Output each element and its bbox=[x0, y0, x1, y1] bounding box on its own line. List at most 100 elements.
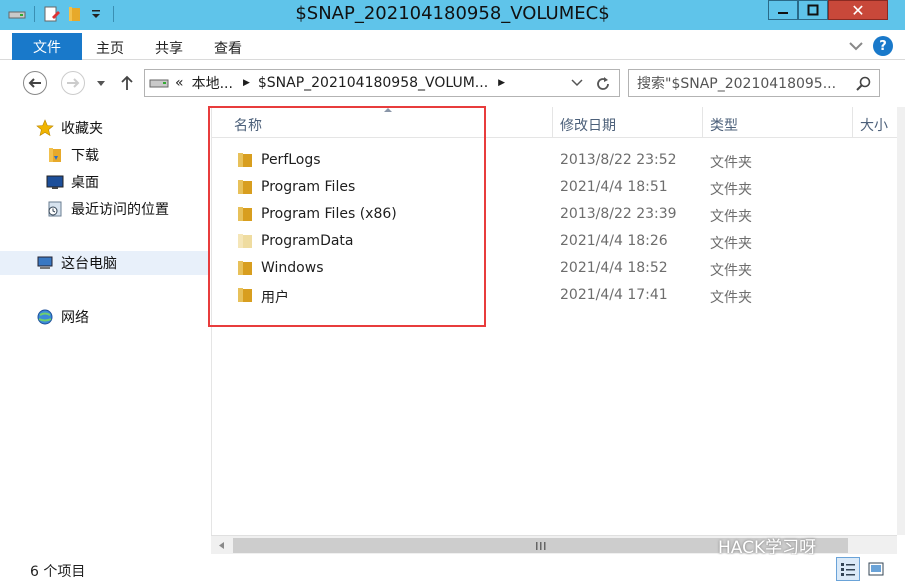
sidebar-item-downloads[interactable]: 下载 bbox=[46, 143, 99, 167]
computer-icon bbox=[37, 256, 53, 269]
address-dropdown-icon[interactable] bbox=[571, 79, 583, 87]
grip-icon bbox=[536, 542, 546, 550]
file-date-modified: 2021/4/4 18:52 bbox=[560, 260, 668, 276]
recent-locations-icon[interactable] bbox=[96, 80, 106, 88]
table-row[interactable]: Windows 2021/4/4 18:52 文件夹 bbox=[212, 255, 898, 282]
file-type: 文件夹 bbox=[710, 209, 752, 225]
folder-icon bbox=[236, 179, 254, 195]
navigation-pane: 收藏夹 下载 桌面 最近访问的位置 这台电脑 网络 bbox=[0, 107, 210, 557]
close-button[interactable]: ✕ bbox=[828, 0, 888, 20]
window-controls: ✕ bbox=[768, 0, 888, 20]
sidebar-item-label: 网络 bbox=[61, 310, 89, 326]
sidebar-item-network[interactable]: 网络 bbox=[36, 305, 89, 329]
folder-icon bbox=[236, 287, 254, 303]
minimize-icon bbox=[778, 12, 788, 14]
sidebar-item-this-pc[interactable]: 这台电脑 bbox=[0, 251, 210, 275]
recent-places-icon bbox=[48, 201, 62, 217]
file-name[interactable]: 用户 bbox=[261, 287, 289, 307]
sidebar-item-label: 最近访问的位置 bbox=[71, 202, 169, 218]
drive-icon bbox=[149, 79, 169, 88]
sidebar-item-label: 桌面 bbox=[71, 175, 99, 191]
breadcrumb-snapshot[interactable]: $SNAP_202104180958_VOLUM... bbox=[258, 75, 488, 91]
forward-arrow-icon bbox=[67, 78, 80, 88]
expand-ribbon-icon[interactable] bbox=[849, 41, 863, 51]
file-type: 文件夹 bbox=[710, 290, 752, 306]
column-divider[interactable] bbox=[702, 107, 703, 138]
large-icons-view-icon bbox=[868, 562, 884, 576]
column-divider[interactable] bbox=[852, 107, 853, 138]
search-box[interactable]: 搜索"$SNAP_20210418095... bbox=[628, 69, 880, 97]
column-divider[interactable] bbox=[552, 107, 553, 138]
file-type: 文件夹 bbox=[710, 182, 752, 198]
breadcrumb-separator[interactable]: ▶ bbox=[498, 78, 505, 88]
large-icons-view-button[interactable] bbox=[864, 557, 888, 581]
folder-icon bbox=[236, 206, 254, 222]
file-name[interactable]: Program Files bbox=[261, 179, 355, 195]
file-date-modified: 2021/4/4 18:26 bbox=[560, 233, 668, 249]
tab-share[interactable]: 共享 bbox=[155, 38, 183, 58]
breadcrumb-overflow[interactable]: « bbox=[175, 75, 184, 91]
star-icon bbox=[36, 119, 54, 137]
column-date-modified[interactable]: 修改日期 bbox=[560, 115, 616, 135]
breadcrumb-separator[interactable]: ▶ bbox=[243, 78, 250, 88]
up-arrow-icon[interactable] bbox=[120, 75, 134, 91]
properties-icon[interactable] bbox=[43, 5, 61, 23]
details-view-button[interactable] bbox=[836, 557, 860, 581]
close-icon: ✕ bbox=[851, 0, 865, 20]
toolbar-separator bbox=[34, 6, 35, 22]
file-name[interactable]: Program Files (x86) bbox=[261, 206, 397, 222]
customize-toolbar-icon[interactable] bbox=[87, 5, 105, 23]
table-row[interactable]: 用户 2021/4/4 17:41 文件夹 bbox=[212, 282, 898, 309]
tab-file[interactable]: 文件 bbox=[12, 33, 82, 60]
network-icon bbox=[37, 309, 53, 325]
ribbon-right-controls: ? bbox=[849, 36, 893, 56]
back-arrow-icon bbox=[28, 78, 41, 88]
file-name[interactable]: PerfLogs bbox=[261, 152, 321, 168]
drive-icon[interactable] bbox=[8, 5, 26, 23]
forward-button[interactable] bbox=[61, 71, 85, 95]
details-view-icon bbox=[841, 563, 855, 576]
desktop-icon bbox=[46, 175, 64, 189]
maximize-button[interactable] bbox=[798, 0, 828, 20]
table-row[interactable]: Program Files 2021/4/4 18:51 文件夹 bbox=[212, 174, 898, 201]
search-icon[interactable] bbox=[856, 76, 871, 91]
breadcrumb-local-disk[interactable]: 本地... bbox=[192, 73, 233, 93]
help-button[interactable]: ? bbox=[873, 36, 893, 56]
folder-icon bbox=[236, 152, 254, 168]
ribbon: 文件 主页 共享 查看 ? bbox=[0, 30, 905, 60]
address-bar[interactable]: « 本地... ▶ $SNAP_202104180958_VOLUM... ▶ bbox=[144, 69, 620, 97]
table-row[interactable]: ProgramData 2021/4/4 18:26 文件夹 bbox=[212, 228, 898, 255]
vertical-scrollbar[interactable] bbox=[897, 107, 905, 535]
file-type: 文件夹 bbox=[710, 263, 752, 279]
file-date-modified: 2021/4/4 17:41 bbox=[560, 287, 668, 303]
tab-home[interactable]: 主页 bbox=[96, 38, 124, 58]
file-date-modified: 2021/4/4 18:51 bbox=[560, 179, 668, 195]
search-input[interactable]: 搜索"$SNAP_20210418095... bbox=[637, 73, 836, 93]
column-size[interactable]: 大小 bbox=[860, 115, 888, 135]
sidebar-item-desktop[interactable]: 桌面 bbox=[46, 170, 99, 194]
back-button[interactable] bbox=[23, 71, 47, 95]
downloads-folder-icon bbox=[49, 148, 61, 162]
file-name[interactable]: ProgramData bbox=[261, 233, 354, 249]
table-row[interactable]: Program Files (x86) 2013/8/22 23:39 文件夹 bbox=[212, 201, 898, 228]
folder-icon bbox=[236, 233, 254, 249]
sidebar-item-label: 下载 bbox=[71, 148, 99, 164]
tab-view[interactable]: 查看 bbox=[214, 38, 242, 58]
table-row[interactable]: PerfLogs 2013/8/22 23:52 文件夹 bbox=[212, 147, 898, 174]
file-name[interactable]: Windows bbox=[261, 260, 324, 276]
column-type[interactable]: 类型 bbox=[710, 115, 738, 135]
column-name[interactable]: 名称 bbox=[234, 115, 262, 135]
refresh-icon[interactable] bbox=[595, 76, 611, 92]
file-date-modified: 2013/8/22 23:39 bbox=[560, 206, 677, 222]
column-header-row: 名称 修改日期 类型 大小 bbox=[212, 107, 898, 138]
title-bar: $SNAP_202104180958_VOLUMEC$ ✕ bbox=[0, 0, 905, 30]
sidebar-item-recent[interactable]: 最近访问的位置 bbox=[46, 197, 169, 221]
minimize-button[interactable] bbox=[768, 0, 798, 20]
scroll-left-icon[interactable] bbox=[217, 541, 225, 550]
status-bar: 6 个项目 bbox=[0, 555, 905, 585]
item-count: 6 个项目 bbox=[30, 564, 86, 580]
toolbar-separator bbox=[113, 6, 114, 22]
new-folder-icon[interactable] bbox=[65, 5, 83, 23]
navigation-bar: « 本地... ▶ $SNAP_202104180958_VOLUM... ▶ … bbox=[0, 61, 905, 107]
sidebar-item-favorites[interactable]: 收藏夹 bbox=[36, 116, 103, 140]
